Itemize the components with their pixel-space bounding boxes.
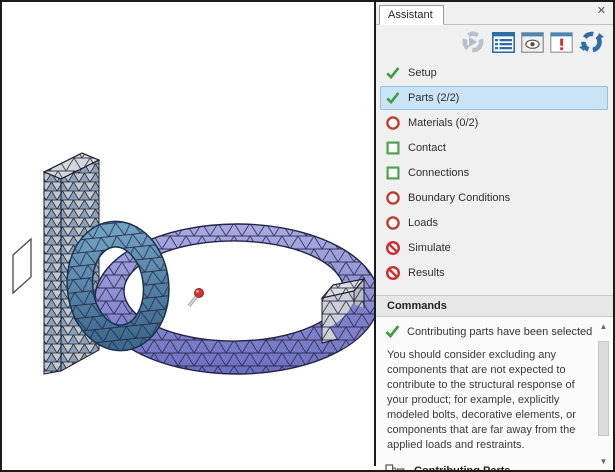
- checklist-item-simulate[interactable]: Simulate: [380, 236, 608, 260]
- commands-scrollbar[interactable]: ▲ ▼: [597, 322, 610, 467]
- command-contributing-parts[interactable]: Contributing Parts Manages the parts tha…: [385, 464, 589, 470]
- status-message-row: Contributing parts have been selected: [385, 324, 589, 339]
- check-icon: [385, 324, 400, 339]
- checklist-item-connections[interactable]: Connections: [380, 161, 608, 185]
- incomplete-circle-icon: [386, 116, 400, 130]
- checklist-label: Results: [408, 267, 445, 279]
- visibility-icon[interactable]: [521, 32, 544, 53]
- optional-square-icon: [386, 141, 400, 155]
- checklist-item-boundary-conditions[interactable]: Boundary Conditions: [380, 186, 608, 210]
- model-canvas[interactable]: [2, 2, 374, 466]
- command-title: Contributing Parts: [414, 464, 578, 470]
- checklist-item-loads[interactable]: Loads: [380, 211, 608, 235]
- blocked-icon: [386, 241, 400, 255]
- checklist-label: Simulate: [408, 242, 451, 254]
- checklist-item-parts[interactable]: Parts (2/2): [380, 86, 608, 110]
- run-simulation-icon[interactable]: [460, 30, 486, 54]
- close-icon[interactable]: ✕: [597, 6, 606, 17]
- checklist-label: Boundary Conditions: [408, 192, 510, 204]
- parts-hierarchy-icon: [385, 464, 405, 470]
- assistant-checklist: Setup Parts (2/2) Materials (0/2) Contac…: [376, 57, 613, 286]
- check-icon: [386, 91, 400, 105]
- viewport-3d[interactable]: [2, 2, 376, 466]
- scroll-up-icon[interactable]: ▲: [600, 322, 608, 332]
- app-window: Assistant ✕: [0, 0, 615, 472]
- warning-icon[interactable]: [550, 32, 573, 53]
- checklist-label: Contact: [408, 142, 446, 154]
- commands-section-header: Commands: [376, 295, 613, 317]
- scrollbar-thumb[interactable]: [598, 341, 609, 436]
- scrollbar-track[interactable]: [598, 332, 609, 457]
- blocked-icon: [386, 266, 400, 280]
- commands-section-body: Contributing parts have been selected Yo…: [376, 317, 613, 470]
- status-message: Contributing parts have been selected: [407, 326, 592, 338]
- tab-strip: Assistant ✕: [376, 2, 613, 25]
- refresh-icon[interactable]: [579, 30, 604, 54]
- checklist-item-setup[interactable]: Setup: [380, 61, 608, 85]
- tab-assistant-label: Assistant: [388, 9, 433, 21]
- scroll-down-icon[interactable]: ▼: [600, 457, 608, 467]
- optional-square-icon: [386, 166, 400, 180]
- reference-plane-outline: [13, 239, 31, 293]
- checklist-label: Materials (0/2): [408, 117, 478, 129]
- tab-assistant[interactable]: Assistant: [379, 5, 444, 25]
- checklist-item-contact[interactable]: Contact: [380, 136, 608, 160]
- study-details-icon[interactable]: [492, 32, 515, 53]
- assistant-toolbar: [376, 25, 613, 57]
- commands-description: You should consider excluding any compon…: [387, 348, 585, 453]
- pin-marker: [189, 288, 204, 306]
- incomplete-circle-icon: [386, 191, 400, 205]
- checklist-item-materials[interactable]: Materials (0/2): [380, 111, 608, 135]
- checklist-label: Setup: [408, 67, 437, 79]
- checklist-item-results[interactable]: Results: [380, 261, 608, 285]
- incomplete-circle-icon: [386, 216, 400, 230]
- assistant-panel: Assistant ✕: [376, 2, 613, 470]
- checklist-label: Connections: [408, 167, 469, 179]
- checklist-label: Loads: [408, 217, 438, 229]
- check-icon: [386, 66, 400, 80]
- checklist-label: Parts (2/2): [408, 92, 459, 104]
